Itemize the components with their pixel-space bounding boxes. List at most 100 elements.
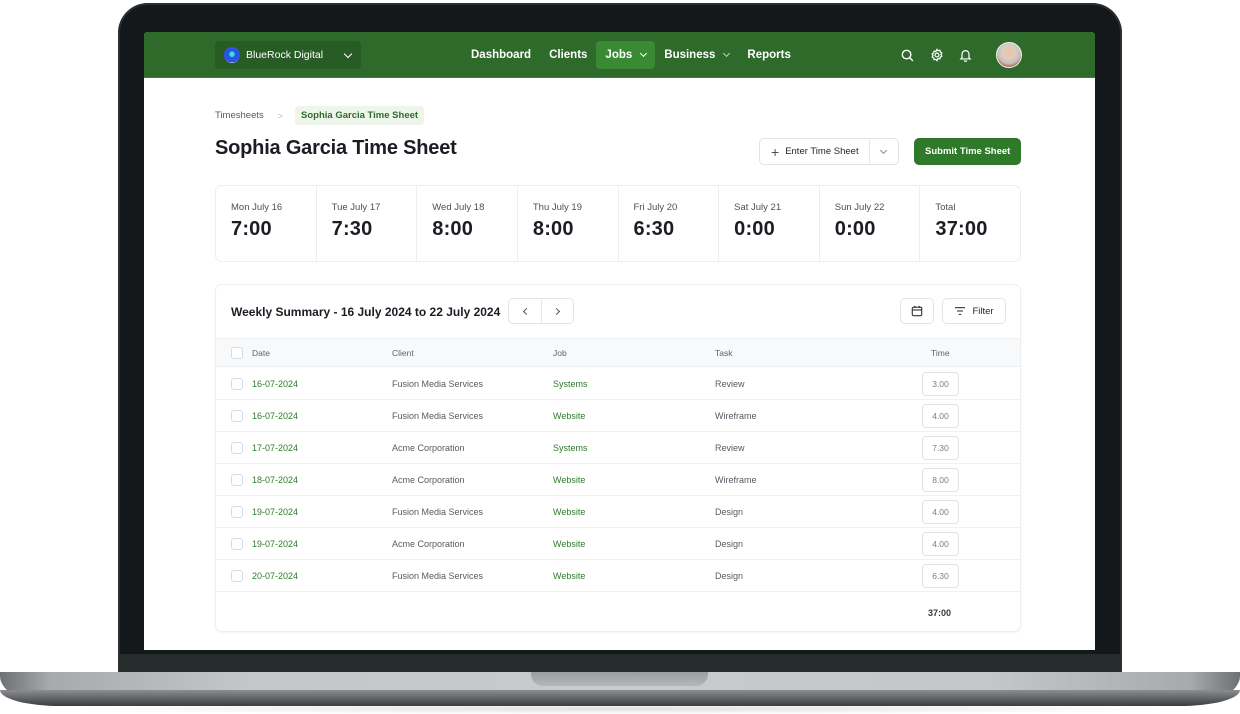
calendar-icon [911,305,923,317]
stat-friday: Fri July 20 6:30 [619,186,720,261]
table-row[interactable]: 19-07-2024 Acme Corporation Website Design 4… [216,528,1020,560]
row-task: Review [715,378,745,389]
table-row[interactable]: 16-07-2024 Fusion Media Services Website Wi… [216,400,1020,432]
row-checkbox[interactable] [231,505,243,518]
column-job[interactable]: Job [553,348,567,358]
column-task[interactable]: Task [715,348,732,358]
row-checkbox[interactable] [231,537,243,550]
org-name: BlueRock Digital [246,49,324,61]
breadcrumb: Timesheets > Sophia Garcia Time Sheet [215,106,425,125]
chevron-left-icon [522,307,531,315]
user-avatar[interactable] [996,42,1022,68]
nav-actions [900,41,1022,69]
next-week-button[interactable] [541,299,573,323]
row-client: Acme Corporation [392,442,465,453]
column-time[interactable]: Time [931,348,950,358]
submit-time-sheet-button[interactable]: Submit Time Sheet [914,138,1022,165]
row-time-input[interactable]: 8.00 [922,467,959,492]
row-task: Design [715,570,744,581]
row-time-input[interactable]: 3.00 [922,371,959,396]
row-job[interactable]: Website [553,507,585,517]
row-checkbox[interactable] [231,377,243,390]
stat-tuesday: Tue July 17 7:30 [317,186,418,261]
row-client: Fusion Media Services [392,506,484,517]
chevron-down-icon [640,49,648,58]
row-task: Wireframe [715,410,757,421]
top-navigation: BlueRock Digital Dashboard Clients Jobs … [144,32,1095,78]
nav-links: Dashboard Clients Jobs Business Reports [462,41,800,69]
row-checkbox[interactable] [231,473,243,486]
row-time-input[interactable]: 7.30 [922,435,959,460]
weekly-summary-title: Weekly Summary - 16 July 2024 to 22 July… [231,305,501,319]
table-row[interactable]: 19-07-2024 Fusion Media Services Website De… [216,496,1020,528]
stat-monday: Mon July 16 7:00 [216,186,317,261]
filter-icon [955,307,966,315]
row-job[interactable]: Website [553,411,585,421]
row-time-input[interactable]: 6.30 [922,563,959,588]
week-pager [508,298,574,324]
row-checkbox[interactable] [231,569,243,582]
row-client: Fusion Media Services [392,570,484,581]
search-icon[interactable] [900,48,915,63]
row-time-input[interactable]: 4.00 [922,499,959,524]
enter-time-sheet-split-button: + Enter Time Sheet [759,138,899,165]
org-logo-icon [224,47,240,63]
organization-switcher[interactable]: BlueRock Digital [215,41,361,69]
chevron-right-icon [552,307,560,315]
stat-saturday: Sat July 21 0:00 [719,186,820,261]
row-job[interactable]: Website [553,571,585,581]
daily-hours-summary: Mon July 16 7:00 Tue July 17 7:30 Wed July… [215,185,1021,262]
nav-business[interactable]: Business [655,41,738,69]
page-title: Sophia Garcia Time Sheet [215,137,457,159]
gear-icon[interactable] [929,48,944,63]
app-screen: BlueRock Digital Dashboard Clients Jobs … [144,32,1095,650]
row-job[interactable]: Systems [553,443,588,453]
row-checkbox[interactable] [231,409,243,422]
row-checkbox[interactable] [231,441,243,454]
row-job[interactable]: Systems [553,379,588,389]
enter-time-sheet-button[interactable]: + Enter Time Sheet [760,139,870,164]
previous-week-button[interactable] [509,299,541,323]
nav-dashboard[interactable]: Dashboard [462,41,540,69]
chevron-down-icon [343,49,353,58]
table-row[interactable]: 17-07-2024 Acme Corporation Systems Review 7… [216,432,1020,464]
row-time-input[interactable]: 4.00 [922,531,959,556]
row-client: Acme Corporation [392,538,465,549]
laptop-notch [531,672,708,686]
select-all-checkbox[interactable] [231,346,243,359]
column-date[interactable]: Date [252,348,270,358]
row-client: Fusion Media Services [392,378,484,389]
row-job[interactable]: Website [553,539,585,549]
row-job[interactable]: Website [553,475,585,485]
enter-options-dropdown[interactable] [870,139,898,164]
bell-icon[interactable] [958,48,973,63]
row-client: Acme Corporation [392,474,465,485]
filter-button[interactable]: Filter [942,298,1006,324]
weekly-summary-card: Weekly Summary - 16 July 2024 to 22 July… [215,284,1021,632]
nav-reports[interactable]: Reports [738,41,799,69]
row-task: Design [715,538,744,549]
row-date[interactable]: 19-07-2024 [252,507,298,517]
breadcrumb-separator-icon: > [277,110,284,121]
nav-clients[interactable]: Clients [540,41,596,69]
table-row[interactable]: 18-07-2024 Acme Corporation Website Wirefra… [216,464,1020,496]
breadcrumb-timesheets[interactable]: Timesheets [215,110,264,121]
row-date[interactable]: 19-07-2024 [252,539,298,549]
breadcrumb-current: Sophia Garcia Time Sheet [295,106,425,125]
table-row[interactable]: 20-07-2024 Fusion Media Services Website De… [216,560,1020,592]
row-task: Wireframe [715,474,757,485]
row-date[interactable]: 17-07-2024 [252,443,298,453]
calendar-button[interactable] [900,298,934,324]
chevron-down-icon [880,146,888,154]
table-row[interactable]: 16-07-2024 Fusion Media Services Systems Re… [216,368,1020,400]
stat-wednesday: Wed July 18 8:00 [417,186,518,261]
stat-total: Total 37:00 [935,202,988,240]
column-client[interactable]: Client [392,348,414,358]
row-date[interactable]: 16-07-2024 [252,379,298,389]
nav-jobs[interactable]: Jobs [596,41,656,69]
row-time-input[interactable]: 4.00 [922,403,959,428]
row-date[interactable]: 18-07-2024 [252,475,298,485]
row-date[interactable]: 16-07-2024 [252,411,298,421]
plus-icon: + [771,143,780,160]
row-date[interactable]: 20-07-2024 [252,571,298,581]
